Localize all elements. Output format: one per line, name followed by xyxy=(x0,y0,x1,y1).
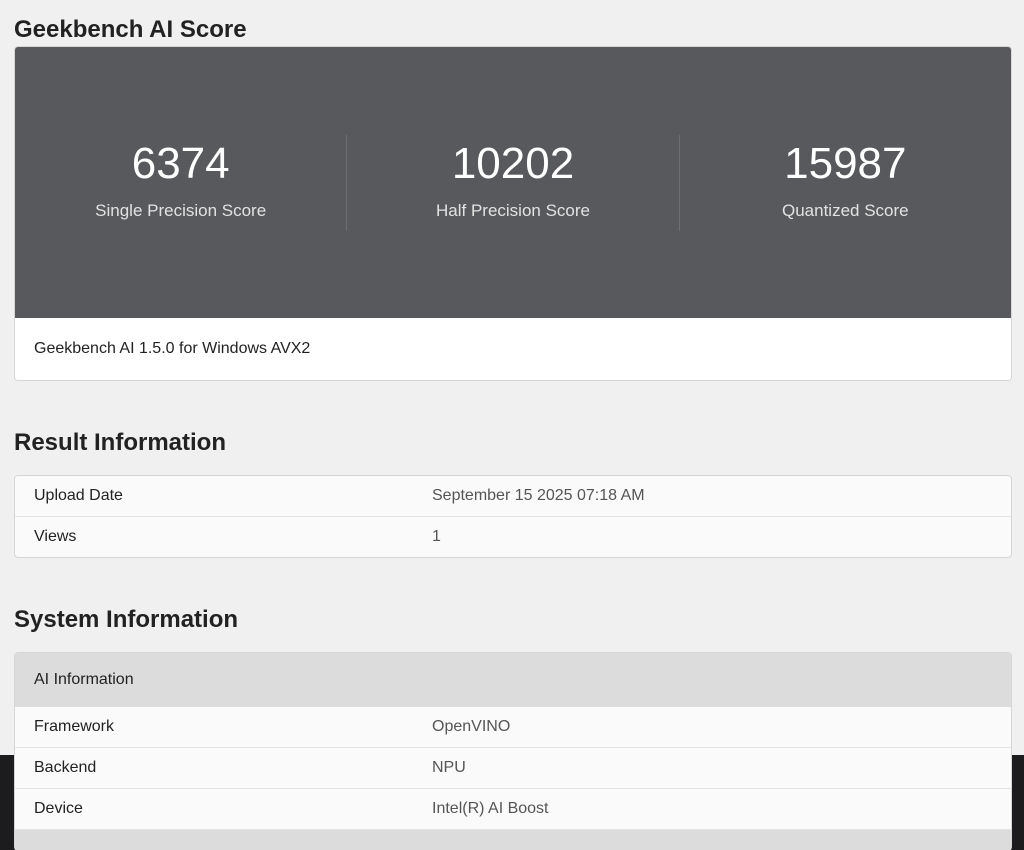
row-key: Framework xyxy=(34,718,115,735)
system-info-table: AI Information Framework OpenVINO Backen… xyxy=(14,652,1012,850)
score-label: Single Precision Score xyxy=(95,200,267,220)
result-info-table: Upload Date September 15 2025 07:18 AM V… xyxy=(14,475,1012,558)
system-title-wrap: System Information xyxy=(14,604,1010,652)
table-row: Framework OpenVINO xyxy=(15,707,1011,747)
table-row: Backend NPU xyxy=(15,747,1011,788)
single-precision-score: 6374 Single Precision Score xyxy=(15,135,346,231)
page: Geekbench AI Score 6374 Single Precision… xyxy=(0,0,1024,850)
ai-information-header: AI Information xyxy=(15,653,1011,707)
benchmark-version: Geekbench AI 1.5.0 for Windows AVX2 xyxy=(15,318,1011,380)
score-card: 6374 Single Precision Score 10202 Half P… xyxy=(14,46,1012,381)
score-section-title: Geekbench AI Score xyxy=(14,16,247,43)
system-section-title: System Information xyxy=(14,606,239,633)
score-value: 6374 xyxy=(131,138,230,188)
row-value: OpenVINO xyxy=(432,718,511,735)
quantized-score: 15987 Quantized Score xyxy=(678,134,1011,231)
result-title-wrap: Result Information xyxy=(14,427,1010,475)
row-value: September 15 2025 07:18 AM xyxy=(432,487,645,504)
row-value: NPU xyxy=(432,759,466,776)
score-label: Half Precision Score xyxy=(435,200,590,220)
row-key: Device xyxy=(34,800,83,817)
next-group-header xyxy=(15,829,1011,850)
row-key: Views xyxy=(34,528,77,545)
score-title-wrap: Geekbench AI Score xyxy=(14,0,1010,46)
score-label: Quantized Score xyxy=(782,200,909,220)
table-row: Device Intel(R) AI Boost xyxy=(15,788,1011,829)
row-value: 1 xyxy=(432,528,441,545)
main-content: Geekbench AI Score 6374 Single Precision… xyxy=(0,0,1024,850)
table-row: Upload Date September 15 2025 07:18 AM xyxy=(15,476,1011,516)
score-value: 10202 xyxy=(451,138,575,188)
row-value: Intel(R) AI Boost xyxy=(432,800,549,817)
score-value: 15987 xyxy=(784,138,907,188)
half-precision-score: 10202 Half Precision Score xyxy=(346,134,678,231)
row-key: Upload Date xyxy=(34,487,123,504)
result-section-title: Result Information xyxy=(14,429,227,456)
table-row: Views 1 xyxy=(15,516,1011,557)
score-panel: 6374 Single Precision Score 10202 Half P… xyxy=(15,47,1011,318)
row-key: Backend xyxy=(34,759,97,776)
